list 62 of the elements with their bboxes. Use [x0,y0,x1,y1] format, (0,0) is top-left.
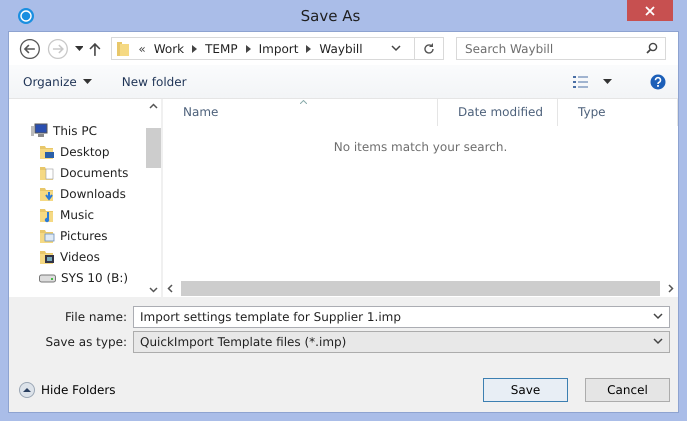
toolbar-button[interactable]: New folder [118,70,191,93]
tree-item[interactable]: Videos [9,246,146,268]
column-header[interactable]: Type [558,98,678,126]
scrollbar-thumb[interactable] [146,128,161,168]
search-field[interactable]: Search Waybill [456,37,666,60]
file-type-dropdown[interactable]: QuickImport Template files (*.imp) [133,330,670,353]
dialog-button[interactable]: Save [483,378,568,402]
breadcrumb-item[interactable]: Work [154,42,184,56]
overflow-chevrons[interactable]: « [138,42,146,56]
file-name-field[interactable]: Import settings template for Supplier 1.imp [133,306,670,328]
tree-item[interactable]: Pictures [9,226,146,247]
breadcrumb-separator-icon [306,44,312,53]
tree-item[interactable]: SYS 10 (B:) [9,268,146,289]
refresh-icon[interactable] [423,42,435,55]
breadcrumb-item[interactable]: TEMP [205,42,238,56]
collapse-icon [19,382,35,398]
breadcrumb-item[interactable]: Waybill [319,42,363,56]
help-icon[interactable] [650,74,666,90]
view-options-icon[interactable] [573,74,589,89]
empty-message: No items match your search. [332,138,508,156]
breadcrumb-separator-icon [246,44,251,53]
tree-item[interactable]: Music [9,204,146,226]
tree-item[interactable]: Downloads [9,184,146,205]
hide-folders-button[interactable]: Hide Folders [19,382,116,398]
drive-icon [39,273,56,284]
dialog-button[interactable]: Cancel [585,378,670,402]
app-logo-icon [18,8,34,24]
window-title: Save As [300,6,362,24]
pictures-folder-icon [39,228,55,244]
videos-folder-icon [39,249,55,266]
column-header[interactable]: Name [163,98,438,126]
computer-icon [31,123,48,140]
chevron-down-icon[interactable] [653,313,663,320]
column-header[interactable]: Date modified [438,98,558,126]
address-bar[interactable]: « Work TEMP Import Waybill [111,37,444,60]
scrollbar-thumb[interactable] [181,280,660,296]
folder-icon [116,40,130,57]
breadcrumb-item[interactable]: Import [258,42,298,56]
view-caret-icon [603,79,612,84]
desktop-folder-icon [39,144,55,160]
recent-locations-caret-icon [74,46,84,52]
back-icon[interactable] [19,38,41,60]
tree-item[interactable]: Documents [9,162,146,184]
close-icon [645,6,655,16]
scroll-right-icon[interactable] [668,284,674,293]
tree-item[interactable]: Desktop [9,142,146,163]
search-icon [646,42,658,54]
scroll-up-icon[interactable] [149,102,158,109]
chevron-down-icon[interactable] [391,45,401,52]
documents-folder-icon [39,165,55,182]
field-label: File name: [64,310,128,324]
close-button[interactable] [627,0,673,21]
breadcrumb-separator-icon [192,44,198,53]
toolbar-button[interactable]: Organize [19,70,96,93]
field-label: Save as type: [44,334,128,349]
scroll-down-icon[interactable] [149,286,158,293]
downloads-folder-icon [39,186,55,202]
scroll-left-icon[interactable] [167,284,173,293]
tree-item[interactable]: This PC [9,120,146,142]
up-arrow-icon[interactable] [89,42,102,56]
chevron-down-icon[interactable] [653,338,663,346]
music-folder-icon [39,207,55,224]
